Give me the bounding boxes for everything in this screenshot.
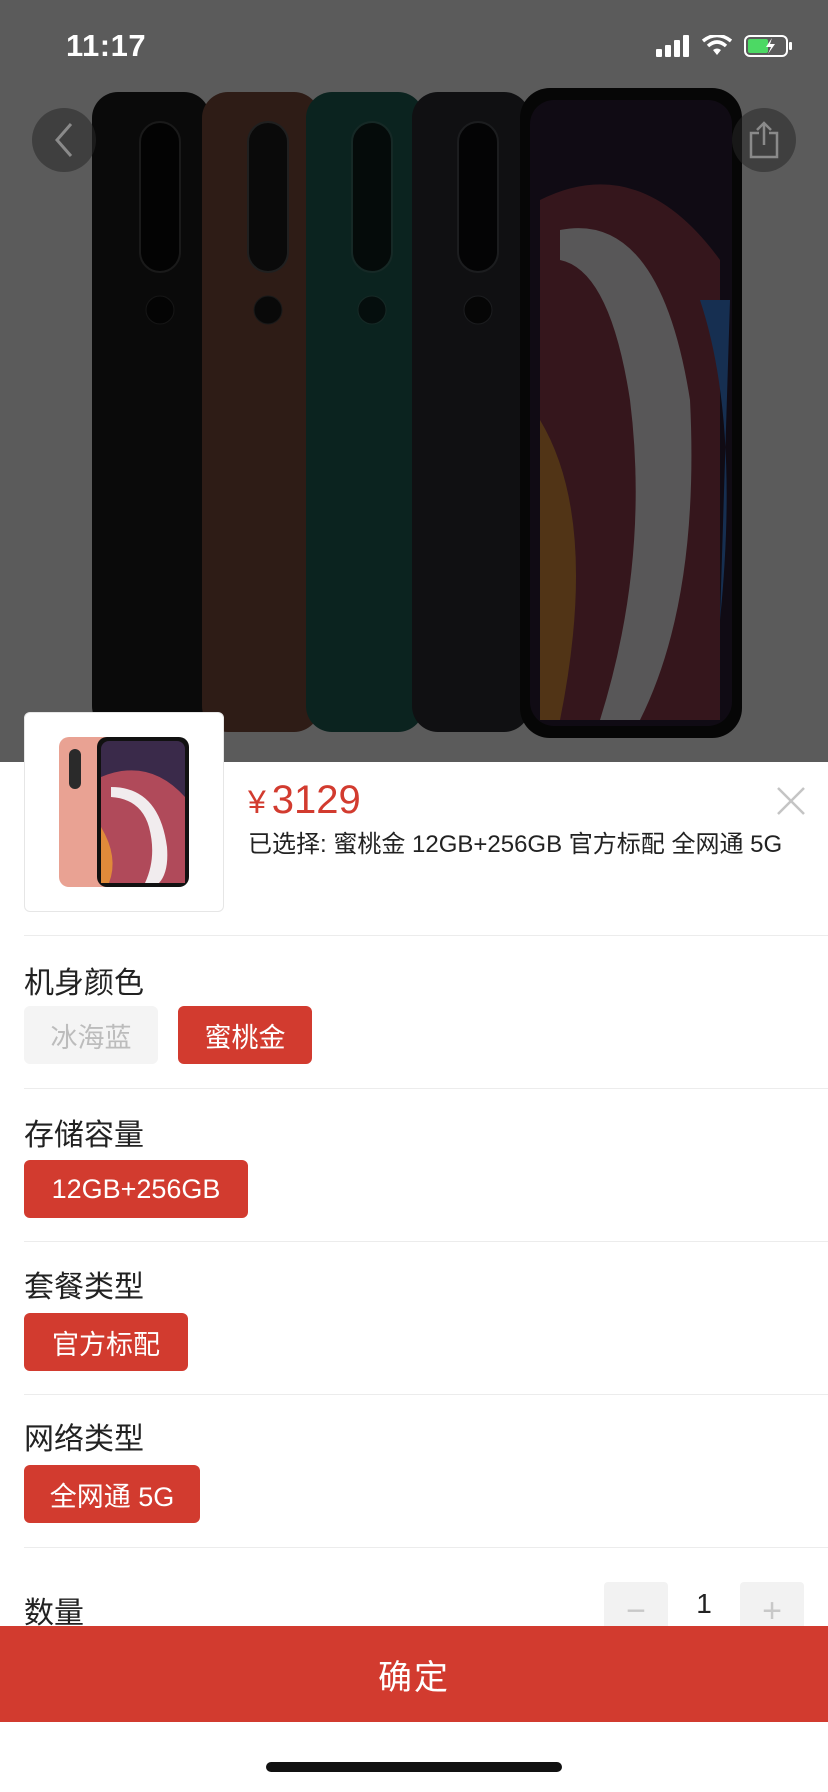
signal-icon bbox=[656, 35, 689, 57]
status-time: 11:17 bbox=[66, 28, 147, 63]
section-title-color: 机身颜色 bbox=[24, 967, 144, 1000]
selected-summary: 已选择: 蜜桃金 12GB+256GB 官方标配 全网通 5G bbox=[248, 831, 783, 858]
divider bbox=[24, 1088, 828, 1089]
divider bbox=[24, 1241, 828, 1242]
option-standard-package[interactable]: 官方标配 bbox=[24, 1313, 188, 1371]
confirm-button[interactable]: 确定 bbox=[0, 1626, 828, 1722]
share-icon bbox=[749, 121, 779, 159]
product-price: ¥3129 bbox=[248, 778, 361, 823]
quantity-value: 1 bbox=[696, 1588, 712, 1619]
section-title-package: 套餐类型 bbox=[24, 1271, 144, 1304]
product-thumbnail-image bbox=[59, 737, 189, 887]
divider bbox=[24, 1394, 828, 1395]
option-12gb-256gb[interactable]: 12GB+256GB bbox=[24, 1160, 248, 1218]
back-arrow-icon bbox=[55, 123, 73, 157]
product-thumbnail bbox=[24, 712, 224, 912]
option-all-network-5g[interactable]: 全网通 5G bbox=[24, 1465, 200, 1523]
section-title-network: 网络类型 bbox=[24, 1423, 144, 1456]
status-bar: 11:17 bbox=[0, 0, 828, 100]
section-title-storage: 存储容量 bbox=[24, 1119, 144, 1152]
divider bbox=[24, 1547, 828, 1548]
divider bbox=[24, 935, 828, 936]
wifi-icon bbox=[702, 35, 732, 55]
status-icons bbox=[656, 34, 794, 58]
option-ice-blue[interactable]: 冰海蓝 bbox=[24, 1006, 158, 1064]
price-currency: ¥ bbox=[248, 784, 266, 820]
battery-icon bbox=[744, 35, 792, 57]
home-indicator bbox=[266, 1762, 562, 1772]
price-value: 3129 bbox=[271, 778, 361, 822]
share-button[interactable] bbox=[732, 108, 796, 172]
back-button[interactable] bbox=[32, 108, 96, 172]
option-peach-gold[interactable]: 蜜桃金 bbox=[178, 1006, 312, 1064]
modal-overlay[interactable] bbox=[0, 0, 828, 762]
product-gallery bbox=[0, 0, 828, 800]
close-icon[interactable] bbox=[774, 784, 808, 818]
